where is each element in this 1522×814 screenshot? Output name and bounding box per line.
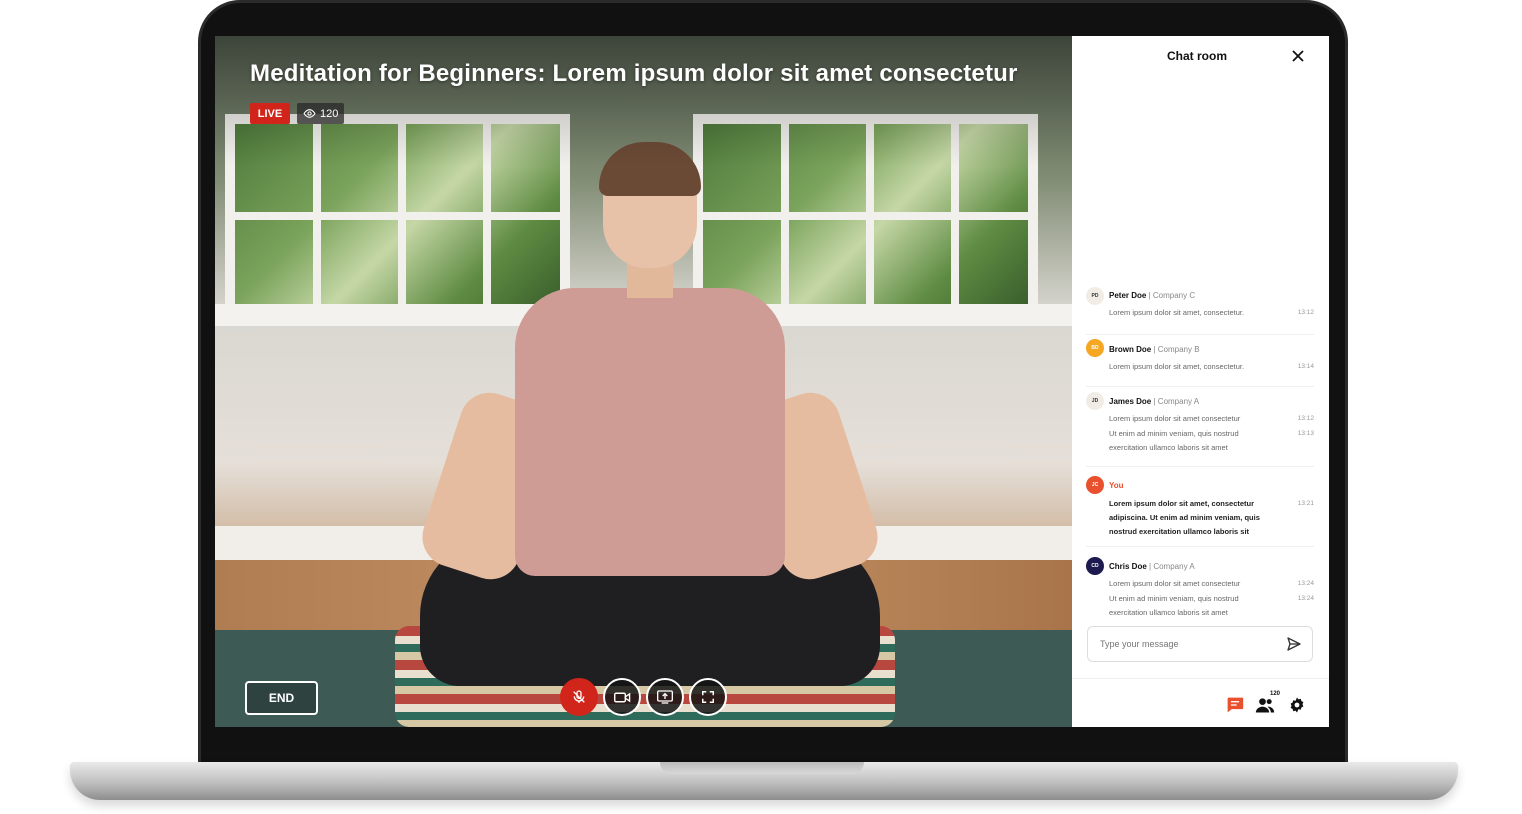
message-time: 13:12: [1297, 309, 1314, 316]
chat-message: BD Brown Doe | Company B Lorem ipsum dol…: [1086, 335, 1314, 387]
fullscreen-icon: [702, 691, 714, 703]
message-text: Lorem ipsum dolor sit amet, consectetur.: [1109, 362, 1245, 371]
stream-title: Meditation for Beginners: Lorem ipsum do…: [250, 60, 1018, 87]
chat-divider: [1072, 678, 1329, 679]
message-time: 13:24: [1297, 580, 1314, 587]
sender-name: Peter Doe: [1109, 291, 1147, 300]
sender-company: | Company C: [1148, 291, 1196, 300]
chat-bubble-icon[interactable]: [1225, 696, 1245, 714]
viewer-count: 120: [320, 107, 339, 120]
mic-off-icon: [573, 690, 585, 703]
video-camera-icon: [613, 692, 630, 702]
message-text: exercitation ullamco laboris sit amet: [1109, 443, 1228, 452]
share-screen-icon: [657, 690, 673, 704]
mute-mic-button[interactable]: [560, 678, 598, 716]
chat-message: CD Chris Doe | Company A Lorem ipsum dol…: [1086, 547, 1314, 625]
eye-icon: [303, 109, 316, 118]
message-text: Ut enim ad minim veniam, quis nostrud: [1109, 594, 1239, 603]
title-shade: [215, 36, 1072, 166]
message-list: PD Peter Doe | Company C Lorem ipsum dol…: [1086, 284, 1314, 625]
participants-count: 120: [1270, 691, 1281, 697]
chat-message: PD Peter Doe | Company C Lorem ipsum dol…: [1086, 284, 1314, 335]
sender-company: | Company A: [1153, 397, 1200, 406]
message-text: Lorem ipsum dolor sit amet, consectetur.: [1109, 308, 1245, 317]
message-time: 13:24: [1297, 595, 1314, 602]
gear-icon[interactable]: [1287, 696, 1307, 714]
avatar: JC: [1086, 476, 1104, 494]
message-time: 13:14: [1297, 363, 1314, 370]
message-text: Lorem ipsum dolor sit amet consectetur: [1109, 579, 1241, 588]
video-stream[interactable]: Meditation for Beginners: Lorem ipsum do…: [215, 36, 1072, 727]
app-screen: Meditation for Beginners: Lorem ipsum do…: [215, 36, 1329, 727]
sender-name: You: [1109, 481, 1124, 490]
chat-panel: Chat room PD Peter Doe | Company C Lorem…: [1072, 36, 1329, 727]
message-text: Lorem ipsum dolor sit amet consectetur: [1109, 414, 1241, 423]
person-torso: [515, 288, 785, 576]
sender-company: | Company A: [1149, 562, 1195, 571]
participants-icon[interactable]: [1255, 696, 1275, 714]
message-text: Ut enim ad minim veniam, quis nostrud: [1109, 429, 1239, 438]
close-icon[interactable]: [1290, 48, 1306, 64]
camera-toggle-button[interactable]: [603, 678, 641, 716]
chat-message: JD James Doe | Company A Lorem ipsum dol…: [1086, 387, 1314, 467]
send-icon[interactable]: [1286, 636, 1302, 652]
message-text: nostrud exercitation ullamco laboris sit: [1109, 527, 1250, 536]
avatar: PD: [1086, 287, 1104, 305]
chat-message-own: JC You Lorem ipsum dolor sit amet, conse…: [1086, 467, 1314, 547]
message-time: 13:12: [1297, 415, 1314, 422]
viewer-count-badge: 120: [297, 103, 345, 124]
live-badge: LIVE: [250, 103, 290, 124]
end-stream-button[interactable]: END: [245, 681, 318, 715]
sender-name: James Doe: [1109, 397, 1152, 406]
message-input[interactable]: [1087, 626, 1313, 662]
avatar: BD: [1086, 339, 1104, 357]
sender-name: Chris Doe: [1109, 562, 1147, 571]
sender-company: | Company B: [1153, 345, 1200, 354]
message-time: 13:13: [1297, 430, 1314, 437]
sender-name: Brown Doe: [1109, 345, 1152, 354]
message-text: adipiscina. Ut enim ad minim veniam, qui…: [1109, 513, 1260, 522]
fullscreen-button[interactable]: [689, 678, 727, 716]
message-time: 13:21: [1297, 500, 1314, 507]
avatar: CD: [1086, 557, 1104, 575]
share-screen-button[interactable]: [646, 678, 684, 716]
chat-title: Chat room: [1167, 49, 1227, 63]
avatar: JD: [1086, 392, 1104, 410]
message-text: Lorem ipsum dolor sit amet, consectetur: [1109, 499, 1255, 508]
laptop-notch: [660, 762, 864, 774]
message-text: exercitation ullamco laboris sit amet: [1109, 608, 1228, 617]
